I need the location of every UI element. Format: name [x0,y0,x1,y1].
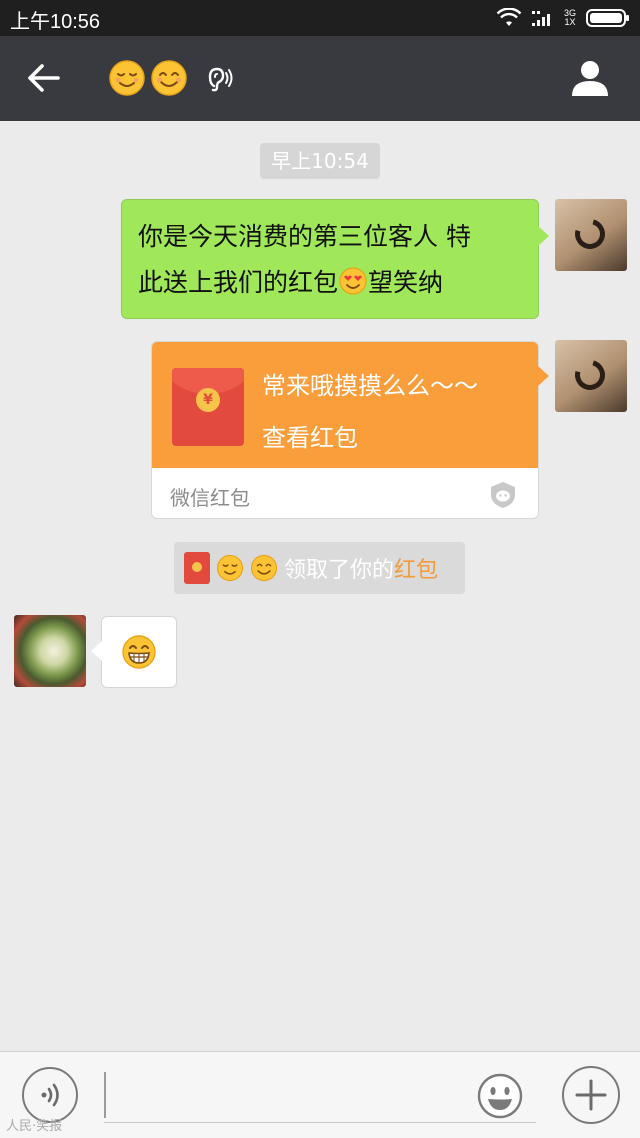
heart-eyes-face-icon [339,267,367,295]
wechat-shield-icon [491,482,515,508]
system-notice-text: 领取了你的红包 [284,558,439,583]
smiling-face-icon [250,554,278,582]
status-bar: 上午10:56 3G 1X [0,0,640,36]
red-packet-card[interactable]: ¥ 常来哦摸摸么么～～ 查看红包 微信红包 [151,341,539,519]
network-type: 3G 1X [563,8,576,27]
red-packet-action: 查看红包 [262,424,358,452]
red-packet-body: ¥ 常来哦摸摸么么～～ 查看红包 [152,342,538,468]
message-line: 你是今天消费的第三位客人 特 [138,222,471,251]
smiling-face-icon [151,60,187,96]
emoji-button[interactable] [476,1072,524,1120]
message-line: 此送上我们的红包 望笑纳 [138,267,444,297]
red-packet-footer: 微信红包 [170,486,250,510]
contact-avatar[interactable] [14,615,86,687]
voice-icon [41,1083,59,1107]
grinning-face-icon [122,635,156,669]
emoji-message-bubble[interactable] [91,616,177,688]
input-underline [104,1122,536,1123]
battery-icon [586,9,629,27]
chat-title [108,56,188,100]
relieved-face-icon [109,60,145,96]
red-envelope-icon [184,552,210,584]
chat-info-button[interactable] [570,58,610,98]
red-envelope-icon: ¥ [172,368,244,446]
relieved-face-icon [216,554,244,582]
my-avatar[interactable] [555,199,627,271]
arrow-left-icon [28,64,60,92]
my-avatar[interactable] [555,340,627,412]
message-timestamp: 早上10:54 [260,143,380,179]
status-indicators: 3G 1X [496,6,630,30]
system-notice: 领取了你的红包 [174,542,465,594]
input-bar [0,1051,640,1138]
ear-icon [208,67,233,92]
red-packet-link[interactable]: 红包 [394,558,438,583]
message-input[interactable] [104,1072,536,1118]
person-icon [572,61,608,96]
smiley-icon [477,1073,523,1119]
watermark: 人民·笑报 [6,1119,63,1134]
back-button[interactable] [20,58,66,98]
signal-icon [531,11,550,26]
red-packet-greeting: 常来哦摸摸么么～～ [262,372,478,400]
red-packet-tail [538,366,549,386]
status-time: 上午10:56 [10,11,101,33]
plus-icon [575,1079,607,1111]
text-message-bubble[interactable]: 你是今天消费的第三位客人 特 此送上我们的红包 望笑纳 [121,199,549,319]
more-options-button[interactable] [562,1066,620,1124]
wifi-icon [496,8,522,26]
chat-header [0,36,640,121]
